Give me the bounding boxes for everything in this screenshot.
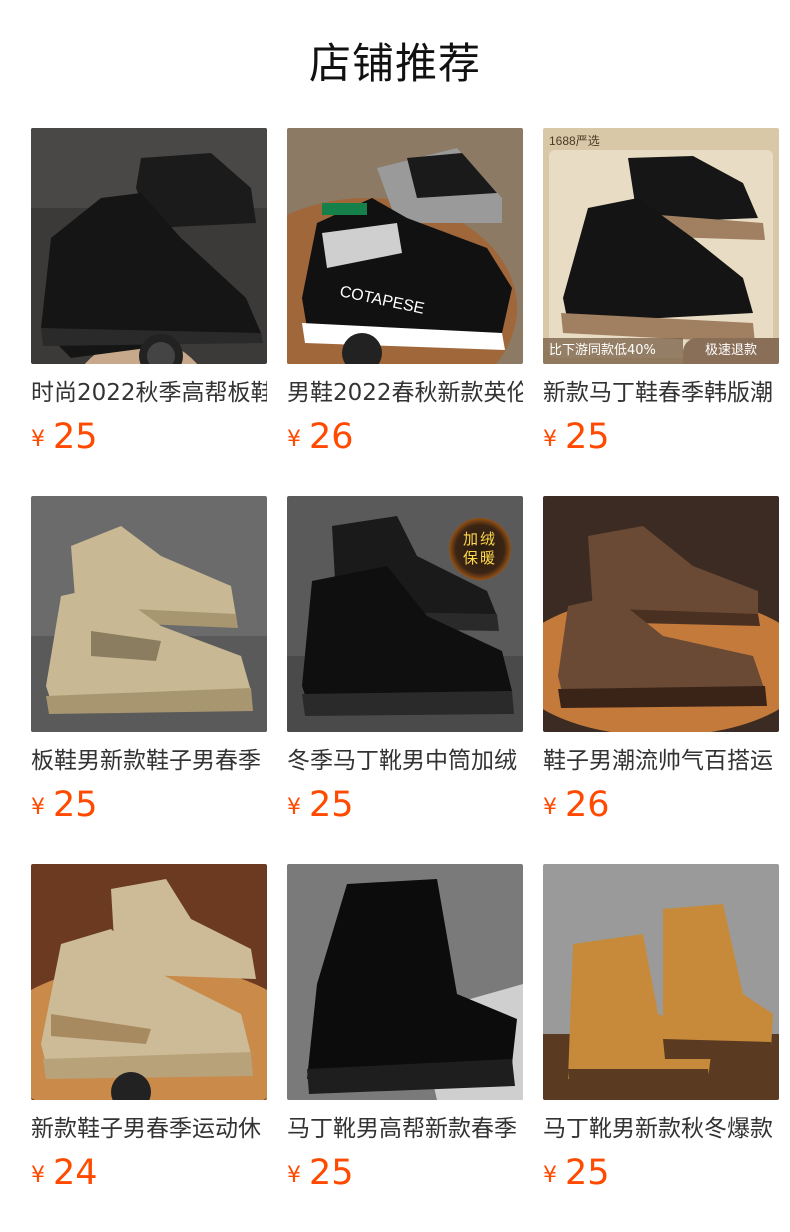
product-title[interactable]: 新款鞋子男春季运动休 bbox=[31, 1113, 267, 1145]
currency-symbol: ¥ bbox=[287, 795, 301, 820]
product-image[interactable]: COTAPESE bbox=[287, 128, 523, 364]
price-value: 25 bbox=[565, 417, 610, 457]
product-card[interactable]: COTAPESE 男鞋2022春秋新款英伦 ¥26 bbox=[287, 128, 523, 458]
promo-banner: 比下游同款低40% bbox=[543, 338, 683, 364]
price-value: 24 bbox=[53, 1153, 98, 1193]
product-image[interactable] bbox=[31, 496, 267, 732]
product-card[interactable]: 板鞋男新款鞋子男春季 ¥25 bbox=[31, 496, 267, 826]
product-price: ¥25 bbox=[543, 1150, 610, 1196]
currency-symbol: ¥ bbox=[543, 1163, 557, 1188]
product-price: ¥26 bbox=[287, 414, 354, 460]
currency-symbol: ¥ bbox=[31, 427, 45, 452]
product-title[interactable]: 男鞋2022春秋新款英伦 bbox=[287, 377, 523, 409]
product-image[interactable] bbox=[287, 864, 523, 1100]
product-image[interactable] bbox=[31, 128, 267, 364]
product-price: ¥25 bbox=[31, 414, 98, 460]
price-value: 25 bbox=[309, 785, 354, 825]
product-price: ¥25 bbox=[287, 782, 354, 828]
currency-symbol: ¥ bbox=[31, 1163, 45, 1188]
page-title: 店铺推荐 bbox=[308, 39, 481, 88]
product-price: ¥25 bbox=[287, 1150, 354, 1196]
selection-tag: 1688严选 bbox=[549, 134, 600, 148]
product-price: ¥24 bbox=[31, 1150, 98, 1196]
product-image[interactable]: 加绒 保暖 bbox=[287, 496, 523, 732]
product-image[interactable] bbox=[543, 496, 779, 732]
currency-symbol: ¥ bbox=[31, 795, 45, 820]
refund-badge: 极速退款 bbox=[683, 338, 779, 364]
price-value: 25 bbox=[309, 1153, 354, 1193]
product-card[interactable]: 鞋子男潮流帅气百搭运 ¥26 bbox=[543, 496, 779, 826]
product-price: ¥26 bbox=[543, 782, 610, 828]
product-card[interactable]: 马丁靴男新款秋冬爆款 ¥25 bbox=[543, 864, 779, 1194]
product-price: ¥25 bbox=[543, 414, 610, 460]
currency-symbol: ¥ bbox=[287, 427, 301, 452]
price-value: 26 bbox=[565, 785, 610, 825]
product-card[interactable]: 新款鞋子男春季运动休 ¥24 bbox=[31, 864, 267, 1194]
badge-line: 保暖 bbox=[462, 549, 497, 567]
warm-lining-badge: 加绒 保暖 bbox=[449, 518, 511, 580]
currency-symbol: ¥ bbox=[287, 1163, 301, 1188]
product-image[interactable] bbox=[543, 864, 779, 1100]
product-title[interactable]: 马丁靴男高帮新款春季 bbox=[287, 1113, 523, 1145]
product-title[interactable]: 冬季马丁靴男中筒加绒 bbox=[287, 745, 523, 777]
currency-symbol: ¥ bbox=[543, 427, 557, 452]
product-title[interactable]: 时尚2022秋季高帮板鞋 bbox=[31, 377, 267, 409]
price-value: 25 bbox=[565, 1153, 610, 1193]
price-value: 26 bbox=[309, 417, 354, 457]
price-value: 25 bbox=[53, 417, 98, 457]
product-title[interactable]: 鞋子男潮流帅气百搭运 bbox=[543, 745, 779, 777]
price-value: 25 bbox=[53, 785, 98, 825]
product-title[interactable]: 板鞋男新款鞋子男春季 bbox=[31, 745, 267, 777]
badge-line: 加绒 bbox=[462, 530, 497, 548]
product-image[interactable]: 1688严选 比下游同款低40% 极速退款 bbox=[543, 128, 779, 364]
product-price: ¥25 bbox=[31, 782, 98, 828]
currency-symbol: ¥ bbox=[543, 795, 557, 820]
product-card[interactable]: 马丁靴男高帮新款春季 ¥25 bbox=[287, 864, 523, 1194]
product-card[interactable]: 时尚2022秋季高帮板鞋 ¥25 bbox=[31, 128, 267, 458]
product-title[interactable]: 新款马丁鞋春季韩版潮 bbox=[543, 377, 779, 409]
product-image[interactable] bbox=[31, 864, 267, 1100]
product-card[interactable]: 1688严选 比下游同款低40% 极速退款 新款马丁鞋春季韩版潮 ¥25 bbox=[543, 128, 779, 458]
product-title[interactable]: 马丁靴男新款秋冬爆款 bbox=[543, 1113, 779, 1145]
product-card[interactable]: 加绒 保暖 冬季马丁靴男中筒加绒 ¥25 bbox=[287, 496, 523, 826]
